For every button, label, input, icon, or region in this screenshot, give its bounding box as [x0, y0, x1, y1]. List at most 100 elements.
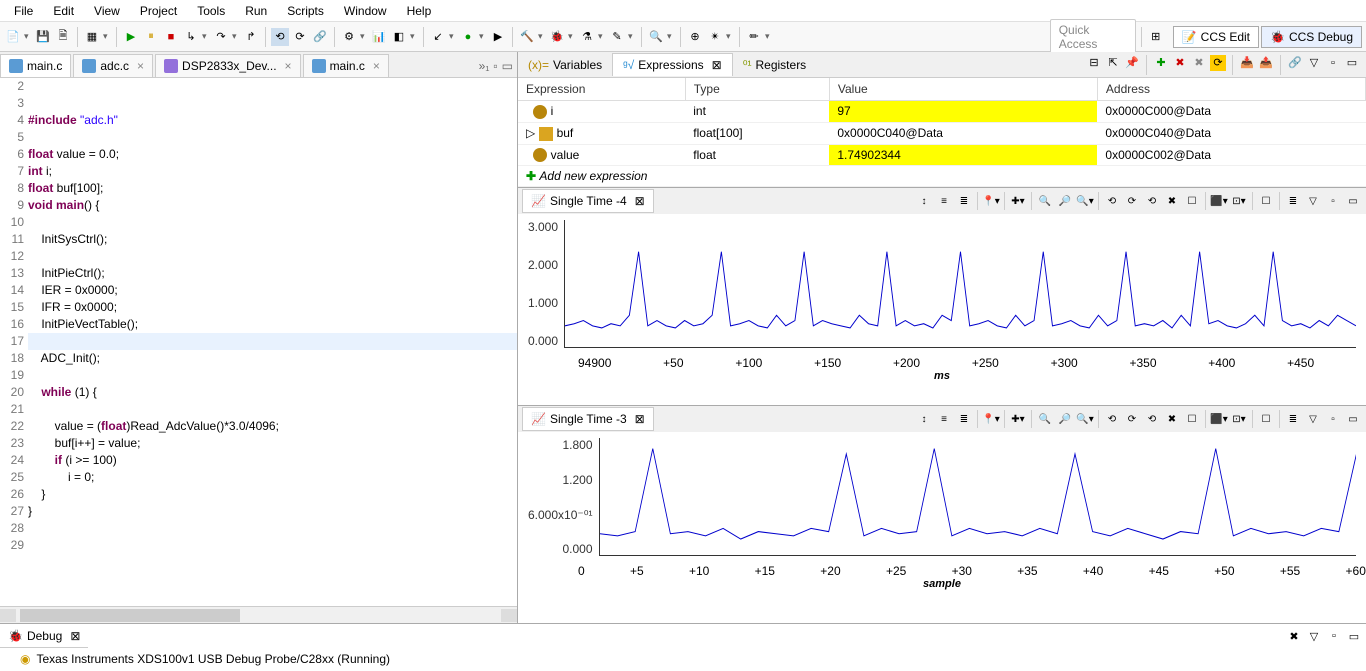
tool-g-icon[interactable]: ⚗ — [578, 28, 596, 46]
more-tabs-icon[interactable]: »₁ — [479, 59, 490, 73]
graph-tab-single-time-4[interactable]: 📈Single Time -4⊠ — [522, 189, 654, 213]
graph-tool-icon[interactable]: ≣ — [1284, 410, 1302, 428]
menu-run[interactable]: Run — [235, 2, 277, 19]
menu-window[interactable]: Window — [334, 2, 397, 19]
graph-1-plot[interactable] — [565, 220, 1356, 347]
perspective-ccs-edit[interactable]: 📝CCS Edit — [1173, 26, 1259, 48]
graph-tool-icon[interactable]: ≣ — [955, 192, 973, 210]
graph-tool-icon[interactable]: ✖ — [1163, 192, 1181, 210]
link-icon[interactable]: 🔗 — [1287, 55, 1303, 71]
tool-b-icon[interactable]: 📊 — [370, 28, 388, 46]
add-expression-link[interactable]: Add new expression — [539, 169, 647, 183]
graph-tool-icon[interactable]: 🔎 — [1056, 192, 1074, 210]
graph-tool-icon[interactable]: ▭ — [1344, 192, 1362, 210]
graph-tool-icon[interactable]: ▽ — [1304, 410, 1322, 428]
tab-expressions[interactable]: ᵍ√Expressions⊠ — [612, 53, 733, 76]
menu-file[interactable]: File — [4, 2, 43, 19]
col-value[interactable]: Value — [829, 78, 1097, 101]
quick-access-input[interactable]: Quick Access — [1050, 19, 1136, 55]
menu-help[interactable]: Help — [397, 2, 442, 19]
graph-tool-icon[interactable]: 🔍 — [1036, 192, 1054, 210]
graph-tab-single-time-3[interactable]: 📈Single Time -3⊠ — [522, 407, 654, 431]
graph-tool-icon[interactable]: ↕ — [915, 410, 933, 428]
step-into-icon[interactable]: ↳ — [182, 28, 200, 46]
min-icon[interactable]: ▫ — [1325, 55, 1341, 71]
tool-a-icon[interactable]: ⚙ — [340, 28, 358, 46]
graph-tool-icon[interactable]: 🔍▾ — [1076, 192, 1094, 210]
tool-c-icon[interactable]: ◧ — [390, 28, 408, 46]
graph-tool-icon[interactable]: ⟲ — [1103, 192, 1121, 210]
graph-tool-icon[interactable]: ☐ — [1257, 192, 1275, 210]
maximize-icon[interactable]: ▭ — [502, 59, 513, 73]
view-icon[interactable]: ▦ — [83, 28, 101, 46]
graph-tool-icon[interactable]: ✚▾ — [1009, 192, 1027, 210]
graph-tool-icon[interactable]: ▽ — [1304, 192, 1322, 210]
col-expression[interactable]: Expression — [518, 78, 685, 101]
graph-tool-icon[interactable]: ≣ — [955, 410, 973, 428]
menu-scripts[interactable]: Scripts — [277, 2, 334, 19]
connect-icon[interactable]: 🔗 — [311, 28, 329, 46]
new-icon[interactable]: 📄 — [4, 28, 22, 46]
export-icon[interactable]: 📤 — [1258, 55, 1274, 71]
step-over-icon[interactable]: ↷ — [212, 28, 230, 46]
add-icon[interactable]: ✚ — [1153, 55, 1169, 71]
editor-tab-0[interactable]: main.c — [0, 54, 71, 77]
graph-tool-icon[interactable]: ≡ — [935, 410, 953, 428]
debug-remove-icon[interactable]: ✖ — [1286, 628, 1302, 644]
graph-tool-icon[interactable]: ▫ — [1324, 410, 1342, 428]
graph-tool-icon[interactable]: ⟳ — [1123, 192, 1141, 210]
add-expression-icon[interactable]: ✚ — [526, 169, 536, 183]
collapse-icon[interactable]: ⇱ — [1105, 55, 1121, 71]
debug-icon[interactable]: 🐞 — [548, 28, 566, 46]
tool-e-icon[interactable]: ● — [459, 28, 477, 46]
expr-row[interactable]: iint970x0000C000@Data — [518, 101, 1366, 123]
graph-tool-icon[interactable]: ≡ — [935, 192, 953, 210]
graph-tool-icon[interactable]: ▭ — [1344, 410, 1362, 428]
col-type[interactable]: Type — [685, 78, 829, 101]
remove-all-icon[interactable]: ✖ — [1191, 55, 1207, 71]
remove-icon[interactable]: ✖ — [1172, 55, 1188, 71]
graph-tool-icon[interactable]: ⊡▾ — [1230, 192, 1248, 210]
stop-icon[interactable]: ■ — [162, 28, 180, 46]
minimize-icon[interactable]: ▫ — [493, 59, 497, 73]
graph-tool-icon[interactable]: 📍▾ — [982, 410, 1000, 428]
menu-edit[interactable]: Edit — [43, 2, 84, 19]
expr-row[interactable]: ▷ buffloat[100]0x0000C040@Data0x0000C040… — [518, 122, 1366, 144]
tab-debug[interactable]: 🐞 Debug⊠ — [0, 624, 88, 648]
tree-icon[interactable]: ⊟ — [1086, 55, 1102, 71]
graph-tool-icon[interactable]: ⬛▾ — [1210, 192, 1228, 210]
search-icon[interactable]: 🔍 — [647, 28, 665, 46]
col-address[interactable]: Address — [1097, 78, 1365, 101]
perspective-ccs-debug[interactable]: 🐞CCS Debug — [1261, 26, 1362, 48]
tab-registers[interactable]: ⁰¹Registers — [733, 54, 817, 76]
code-editor[interactable]: 2345678910111213141516171819202122232425… — [0, 78, 517, 606]
restart-icon[interactable]: ⟲ — [271, 28, 289, 46]
resume-icon[interactable]: ▶ — [122, 28, 140, 46]
debug-max-icon[interactable]: ▭ — [1346, 628, 1362, 644]
graph-tool-icon[interactable]: ⟲ — [1143, 410, 1161, 428]
menu-project[interactable]: Project — [130, 2, 187, 19]
build-icon[interactable]: 🔨 — [518, 28, 536, 46]
pin-icon[interactable]: 📌 — [1124, 55, 1140, 71]
graph-tool-icon[interactable]: ☐ — [1257, 410, 1275, 428]
tool-j-icon[interactable]: ✴ — [706, 28, 724, 46]
graph-tool-icon[interactable]: 🔍 — [1036, 410, 1054, 428]
pause-icon[interactable]: ⏸ — [142, 28, 160, 46]
tool-f-icon[interactable]: ▶ — [489, 28, 507, 46]
step-return-icon[interactable]: ↱ — [242, 28, 260, 46]
graph-tool-icon[interactable]: ☐ — [1183, 192, 1201, 210]
graph-tool-icon[interactable]: ≣ — [1284, 192, 1302, 210]
menu-view[interactable]: View — [84, 2, 130, 19]
expr-row[interactable]: valuefloat1.749023440x0000C002@Data — [518, 144, 1366, 166]
graph-tool-icon[interactable]: ⊡▾ — [1230, 410, 1248, 428]
tool-d-icon[interactable]: ↙ — [429, 28, 447, 46]
graph-tool-icon[interactable]: 📍▾ — [982, 192, 1000, 210]
max-icon[interactable]: ▭ — [1344, 55, 1360, 71]
debug-min-icon[interactable]: ▫ — [1326, 628, 1342, 644]
graph-tool-icon[interactable]: 🔎 — [1056, 410, 1074, 428]
refresh-expr-icon[interactable]: ⟳ — [1210, 55, 1226, 71]
open-perspective-icon[interactable]: ⊞ — [1147, 28, 1165, 46]
graph-tool-icon[interactable]: ↕ — [915, 192, 933, 210]
graph-tool-icon[interactable]: ⟲ — [1143, 192, 1161, 210]
editor-tab-1[interactable]: adc.c× — [73, 54, 153, 77]
